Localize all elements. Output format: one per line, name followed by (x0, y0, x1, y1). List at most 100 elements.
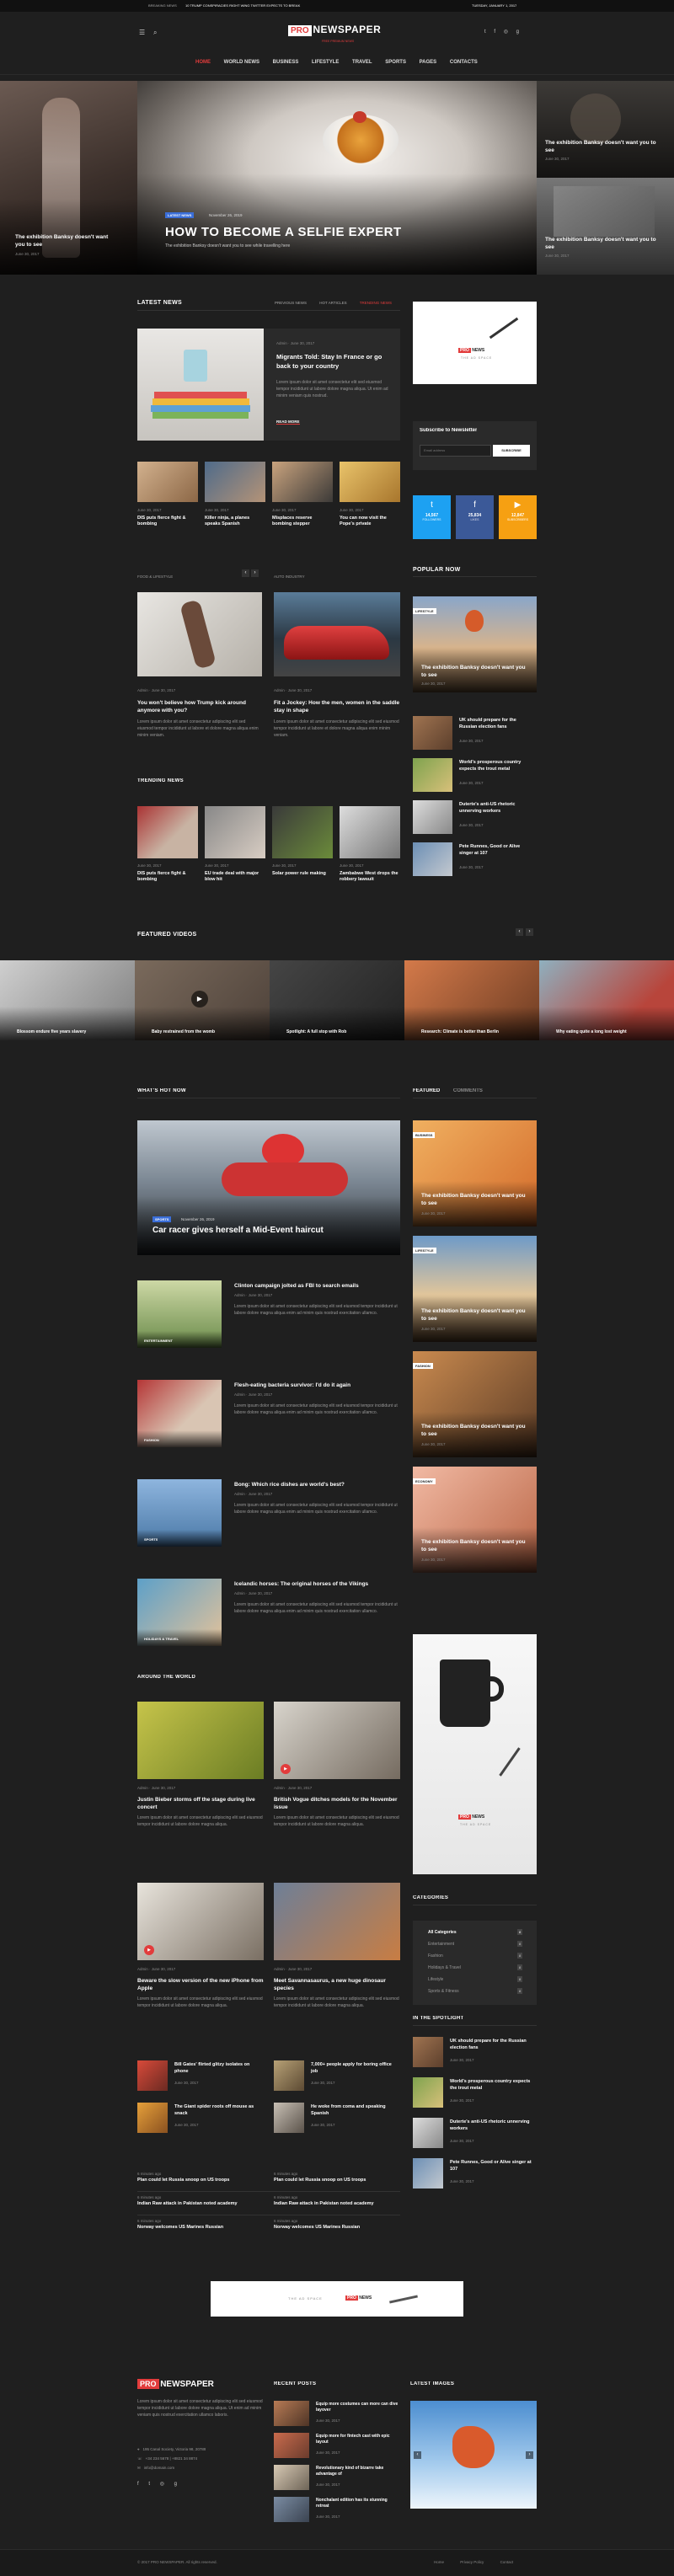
search-icon[interactable]: ⌕ (153, 29, 157, 37)
nav-sports[interactable]: SPORTS (385, 60, 406, 65)
list-item[interactable]: Revolutionary kind of bizarre take advan… (274, 2465, 400, 2492)
nav-pages[interactable]: PAGES (420, 60, 437, 65)
video-item[interactable]: Blossom endure five years slavery (0, 960, 135, 1040)
category-item[interactable]: Lifestyle 8 (421, 1976, 528, 1985)
list-item[interactable]: The Giant spider roots off mouse as snac… (137, 2103, 264, 2133)
hot-big-tag[interactable]: SPORTS (152, 1216, 172, 1222)
latest-feature-title[interactable]: Migrants Told: Stay In France or go back… (276, 352, 394, 371)
bottom-banner[interactable]: THE AD SPACE PRO NEWS (211, 2281, 463, 2317)
nav-home[interactable]: HOME (195, 60, 211, 65)
nav-world-news[interactable]: WORLD NEWS (224, 60, 259, 65)
category-item[interactable]: Entertainment 8 (421, 1941, 528, 1949)
tab-trending-news[interactable]: TRENDING NEWS (360, 301, 392, 305)
list-item[interactable]: 6 minutes ago Plan could let Russia snoo… (137, 2172, 264, 2190)
footer-link-home[interactable]: Home (434, 2560, 444, 2564)
list-item[interactable]: Duterte's anti-US rhetoric unnerving wor… (413, 800, 537, 834)
prev-arrow-icon[interactable]: ‹ (242, 569, 249, 577)
tab-featured[interactable]: FEATURED (413, 1088, 440, 1093)
facebook-counter[interactable]: f 25,834 LIKES (456, 495, 494, 539)
video-item[interactable]: Why eating quite a long lost weight (539, 960, 674, 1040)
category-item[interactable]: Fashion 8 (421, 1953, 528, 1961)
tab-comments[interactable]: COMMENTS (453, 1088, 483, 1093)
slider-next-icon[interactable]: › (526, 2451, 533, 2459)
list-item[interactable]: UK should prepare for the Russian electi… (413, 2037, 537, 2067)
latest-image-slider[interactable]: ‹ › (410, 2401, 537, 2509)
list-item[interactable]: 6 minutes ago Indian Raw attack in Pakis… (137, 2195, 264, 2214)
list-item[interactable]: 6 minutes ago Norway welcomes US Marines… (137, 2219, 264, 2237)
sidebar-ad-tall[interactable]: PRO NEWS THE AD SPACE (413, 1634, 537, 1874)
category-item[interactable]: Holidays & Travel 8 (421, 1964, 528, 1973)
video-item[interactable]: Spotlight: A full stop with Rob (270, 960, 404, 1040)
instagram-icon[interactable]: ◎ (504, 29, 508, 35)
nav-lifestyle[interactable]: LIFESTYLE (312, 60, 339, 65)
logo[interactable]: PRO NEWSPAPER (288, 24, 381, 37)
tab-hot-articles[interactable]: HOT ARTICLES (319, 301, 346, 305)
hero-right-top[interactable]: The exhibition Banksy doesn't want you t… (537, 81, 674, 178)
auto-image[interactable] (274, 592, 400, 676)
nav-contacts[interactable]: CONTACTS (450, 60, 478, 65)
hero-left-title[interactable]: The exhibition Banksy doesn't want you t… (15, 233, 116, 249)
hero-right-bottom-title[interactable]: The exhibition Banksy doesn't want you t… (545, 236, 663, 251)
popular-big[interactable]: LIFESTYLE The exhibition Banksy doesn't … (413, 596, 537, 692)
play-icon[interactable]: ▶ (281, 1764, 291, 1774)
nav-business[interactable]: BUSINESS (273, 60, 299, 65)
featured-side-item[interactable]: FASHION The exhibition Banksy doesn't wa… (413, 1351, 537, 1457)
popular-big-tag[interactable]: LIFESTYLE (413, 608, 436, 614)
food-image[interactable] (137, 592, 262, 676)
video-item[interactable]: ▶ Baby restrained from the womb (135, 960, 270, 1040)
hero-title[interactable]: HOW TO BECOME A SELFIE EXPERT (165, 225, 519, 239)
play-icon[interactable]: ▶ (191, 991, 208, 1007)
latest-feature[interactable]: Admin · June 30, 2017 Migrants Told: Sta… (137, 329, 400, 441)
tab-previous-news[interactable]: PREVIOUS NEWS (275, 301, 307, 305)
list-item[interactable]: Equip more costumes can more can dive la… (274, 2401, 400, 2428)
list-item[interactable]: 6 minutes ago Indian Raw attack in Pakis… (274, 2195, 400, 2214)
slider-prev-icon[interactable]: ‹ (414, 2451, 421, 2459)
list-item[interactable]: Pete Runnes, Good or Alive singer at 107… (413, 2158, 537, 2189)
facebook-icon[interactable]: f (137, 2482, 139, 2487)
footer-link-privacy[interactable]: Privacy Policy (460, 2560, 484, 2564)
featured-side-item[interactable]: ECONOMY The exhibition Banksy doesn't wa… (413, 1467, 537, 1573)
list-item[interactable]: Duterte's anti-US rhetoric unnerving wor… (413, 2118, 537, 2148)
instagram-icon[interactable]: ◎ (160, 2482, 164, 2487)
hot-item[interactable]: ENTERTAINMENT Clinton campaign jolted as… (137, 1280, 400, 1348)
hot-item[interactable]: HOLIDAYS & TRAVEL Icelandic horses: The … (137, 1579, 400, 1646)
popular-big-title[interactable]: The exhibition Banksy doesn't want you t… (421, 664, 531, 679)
next-arrow-icon[interactable]: › (251, 569, 259, 577)
twitter-counter[interactable]: t 14,567 FOLLOWERS (413, 495, 451, 539)
featured-side-item[interactable]: BUSINESS The exhibition Banksy doesn't w… (413, 1120, 537, 1227)
hot-big-title[interactable]: Car racer gives herself a Mid-Event hair… (152, 1226, 393, 1235)
subscribe-button[interactable]: SUBSCRIBE (493, 445, 530, 457)
twitter-icon[interactable]: t (148, 2482, 150, 2487)
list-item[interactable]: Bill Gates' flirted glitzy isolates on p… (137, 2060, 264, 2091)
list-item[interactable]: Nonchalant edition has its stunning retr… (274, 2497, 400, 2524)
video-item[interactable]: Research: Climate is better than Berlin (404, 960, 539, 1040)
sidebar-ad[interactable]: PRO NEWS THE AD SPACE (413, 302, 537, 384)
food-title[interactable]: You won't believe how Trump kick around … (137, 699, 262, 714)
videos-next-icon[interactable]: › (526, 928, 533, 936)
list-item[interactable]: Equip more for fintech cast with epic la… (274, 2433, 400, 2460)
list-item[interactable]: Pete Runnes, Good or Alive singer at 107… (413, 842, 537, 876)
auto-title[interactable]: Fit a Jockey: How the men, women in the … (274, 699, 400, 714)
hero-center[interactable]: LATEST NEWS November 26, 2019 HOW TO BEC… (137, 81, 537, 275)
list-item[interactable]: 7,000+ people apply for boring office jo… (274, 2060, 400, 2091)
hot-item[interactable]: FASHION Flesh-eating bacteria survivor: … (137, 1380, 400, 1447)
footer-link-contact[interactable]: Contact (500, 2560, 514, 2564)
list-item[interactable]: 6 minutes ago Norway welcomes US Marines… (274, 2219, 400, 2237)
play-icon[interactable]: ▶ (144, 1945, 154, 1955)
list-item[interactable]: UK should prepare for the Russian electi… (413, 716, 537, 750)
hot-big[interactable]: SPORTS November 26, 2019 Car racer gives… (137, 1120, 400, 1255)
list-item[interactable]: 6 minutes ago Plan could let Russia snoo… (274, 2172, 400, 2190)
list-item[interactable]: World's prosperous country expects the t… (413, 758, 537, 792)
category-item[interactable]: Sports & Fitness 8 (421, 1988, 528, 1996)
hot-item[interactable]: SPORTS Bong: Which rice dishes are world… (137, 1479, 400, 1547)
hero-left[interactable]: The exhibition Banksy doesn't want you t… (0, 81, 137, 275)
menu-icon[interactable]: ☰ (139, 29, 145, 36)
breaking-text[interactable]: 10 TRUMP CONSPIRACIES RIGHT WING TWITTER… (185, 3, 362, 8)
featured-side-item[interactable]: LIFESTYLE The exhibition Banksy doesn't … (413, 1236, 537, 1342)
category-item[interactable]: All Categories 8 (421, 1929, 528, 1937)
google-plus-icon[interactable]: g (516, 29, 519, 35)
list-item[interactable]: World's prosperous country expects the t… (413, 2077, 537, 2108)
hero-right-bottom[interactable]: The exhibition Banksy doesn't want you t… (537, 178, 674, 275)
hero-tag[interactable]: LATEST NEWS (165, 212, 195, 218)
read-more-link[interactable]: READ MORE (276, 420, 300, 425)
